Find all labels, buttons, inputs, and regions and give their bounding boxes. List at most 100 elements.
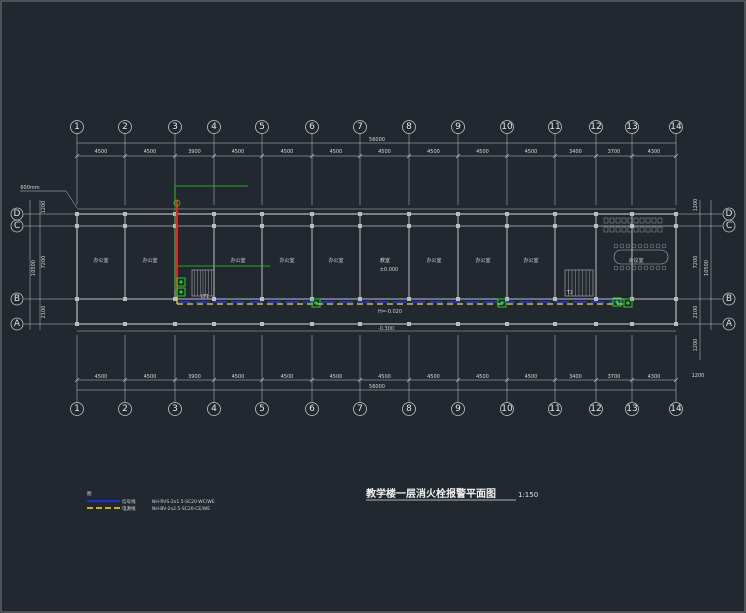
structural-column [75,297,79,301]
grid-bubble-label-bottom: 14 [670,404,682,414]
grid-bubble-label-bottom: 3 [172,404,178,414]
grid-row-label-left: D [14,209,21,219]
structural-column [212,322,216,326]
room-label: 办公室 [93,257,108,264]
structural-column [456,224,460,228]
structural-column [594,322,598,326]
grid-bubble-label-top: 6 [309,122,315,132]
structural-column [173,322,177,326]
structural-column [553,224,557,228]
grid-bubble-label-top: 10 [501,122,513,132]
structural-column [212,224,216,228]
top-dimension-value: 3400 [569,149,582,155]
grid-bubble-label-bottom: 7 [357,404,363,414]
structural-column [594,224,598,228]
grid-row-label-right: C [726,221,732,231]
structural-column [75,322,79,326]
structural-column [123,212,127,216]
structural-column [358,224,362,228]
structural-column [358,322,362,326]
structural-column [456,297,460,301]
grid-bubble-label-top: 1 [74,122,80,132]
legend-signal-label: 信号线 [122,498,136,505]
room-label: 会议室 [628,257,643,264]
grid-row-label-right: D [726,209,733,219]
structural-column [456,212,460,216]
top-dimension-value: 3700 [608,149,621,155]
grid-bubble-label-top: 14 [670,122,682,132]
grid-bubble-label-top: 11 [549,122,560,132]
hydrant-alarm-device-dot [179,290,183,294]
grid-bubble-label-top: 8 [406,122,412,132]
left-dim-value: 7200 [41,256,47,269]
structural-column [358,297,362,301]
structural-column [553,212,557,216]
top-dimension-value: 4300 [648,149,661,155]
bottom-dimension-value: 3900 [188,374,201,380]
right-dim-value: 1200 [693,199,699,212]
grid-row-label-left: C [14,221,20,231]
top-dimension-value: 4500 [378,149,391,155]
structural-column [407,212,411,216]
legend-signal-spec: NH-RVS-2x1.5-SC20-WC/WE [152,499,215,505]
grid-bubble-label-bottom: 4 [211,404,217,414]
hydrant-alarm-device-dot [314,301,318,305]
bottom-dimension-value: 4500 [476,374,489,380]
structural-column [123,297,127,301]
bottom-dimension-value: 4500 [525,374,538,380]
structural-column [75,224,79,228]
grid-bubble-label-bottom: 10 [501,404,513,414]
bottom-dimension-value: 4500 [232,374,245,380]
top-dimension-value: 4500 [144,149,157,155]
bottom-dimension-value: 4500 [281,374,294,380]
structural-column [553,297,557,301]
top-dimension-value: 3900 [188,149,201,155]
top-dimension-value: 4500 [281,149,294,155]
top-dimension-value: 4500 [427,149,440,155]
bottom-dimension-value: 3700 [608,374,621,380]
structural-column [358,212,362,216]
grid-bubble-label-top: 7 [357,122,363,132]
elevation-mark: H=-0.020 [378,309,402,315]
grid-bubble-label-bottom: 2 [122,404,128,414]
structural-column [260,224,264,228]
room-label: 办公室 [426,257,441,264]
grid-bubble-label-top: 2 [122,122,128,132]
structural-column [407,297,411,301]
grid-bubble-label-bottom: 13 [626,404,637,414]
hydrant-alarm-device-dot [500,301,504,305]
grid-row-label-left: B [14,294,20,304]
grid-bubble-label-top: 12 [590,122,601,132]
left-dim-total: 10500 [31,260,37,276]
structural-column [505,322,509,326]
bottom-dimension-value: 4500 [95,374,108,380]
grid-bubble-label-bottom: 1 [74,404,80,414]
grid-bubble-label-bottom: 5 [259,404,265,414]
top-dimension-value: 4500 [476,149,489,155]
bottom-dimension-value: 4500 [378,374,391,380]
left-dim-value: 2100 [41,306,47,319]
structural-column [212,297,216,301]
structural-column [553,322,557,326]
structural-column [407,322,411,326]
hydrant-alarm-device-dot [626,301,630,305]
legend-heading: 图 [87,491,92,497]
structural-column [260,212,264,216]
room-label: 教室 [380,257,390,264]
hydrant-alarm-device-dot [179,280,183,284]
right-dim-total: 10500 [704,260,710,276]
structural-column [630,322,634,326]
room-label: 办公室 [328,257,343,264]
structural-column [674,297,678,301]
grid-row-label-right: B [726,294,732,304]
elevation-mark: ±0.000 [380,267,399,273]
structural-column [310,224,314,228]
structural-column [75,212,79,216]
structural-column [123,224,127,228]
right-bottom-dimension: 1200 [692,373,705,379]
bottom-dimension-value: 4500 [427,374,440,380]
legend-power-label: 电源线 [122,505,136,512]
stair-label-left: LT1 [201,294,209,300]
stair-label-right: T2 [566,290,573,296]
top-dimension-value: 4500 [525,149,538,155]
